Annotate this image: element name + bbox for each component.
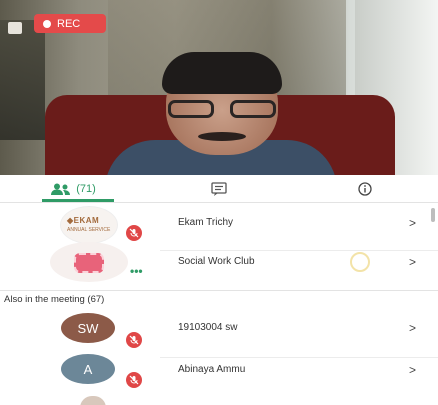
avatar: SW <box>61 313 115 343</box>
mic-muted-icon <box>126 372 142 388</box>
recording-label: REC <box>57 17 81 30</box>
chevron-right-icon[interactable]: > <box>409 255 416 269</box>
camera-switch-icon[interactable] <box>8 22 22 34</box>
participant-row[interactable]: ••• Social Work Club > <box>0 240 438 288</box>
participant-name: Ekam Trichy <box>178 217 234 228</box>
meeting-tab-bar: (71) <box>0 175 438 202</box>
chevron-right-icon[interactable]: > <box>409 321 416 335</box>
ekam-logo-subtext: ANNUAL SERVICE <box>67 227 111 233</box>
video-person-mustache <box>198 132 246 141</box>
tab-chat[interactable] <box>146 175 292 202</box>
social-work-club-avatar <box>50 242 128 282</box>
mic-muted-icon <box>126 225 142 241</box>
tab-info[interactable] <box>292 175 438 202</box>
club-badge-icon <box>74 253 104 273</box>
recording-indicator: REC <box>34 14 106 33</box>
main-video-feed[interactable]: REC <box>0 0 438 175</box>
video-shelf <box>0 20 45 140</box>
record-dot-icon <box>43 19 51 28</box>
participant-name: 19103004 sw <box>178 322 238 333</box>
more-dots-icon[interactable]: ••• <box>130 264 143 278</box>
chevron-right-icon[interactable]: > <box>409 216 416 230</box>
chat-icon <box>211 181 227 196</box>
speaking-indicator-icon <box>350 252 370 272</box>
mic-muted-icon <box>126 332 142 348</box>
people-icon <box>51 183 71 195</box>
ekam-logo-text: ◆EKAM <box>67 216 100 225</box>
avatar-initials: SW <box>77 320 99 336</box>
section-label: Also in the meeting (67) <box>4 294 105 305</box>
info-icon <box>358 181 372 196</box>
avatar: A <box>61 354 115 384</box>
participant-count: (71) <box>76 182 96 195</box>
participant-row[interactable]: A Abinaya Ammu > <box>0 352 438 400</box>
video-person-hair <box>162 52 282 94</box>
participant-row[interactable]: SW 19103004 sw > <box>0 310 438 358</box>
avatar-initials: A <box>83 361 93 377</box>
section-header: Also in the meeting (67) <box>0 290 438 312</box>
video-person-glasses <box>168 100 276 120</box>
participant-name: Abinaya Ammu <box>178 364 246 375</box>
participant-name: Social Work Club <box>178 256 255 267</box>
chevron-right-icon[interactable]: > <box>409 363 416 377</box>
ekam-logo-avatar: ◆EKAM ANNUAL SERVICE <box>60 206 118 244</box>
tab-participants[interactable]: (71) <box>0 175 146 202</box>
